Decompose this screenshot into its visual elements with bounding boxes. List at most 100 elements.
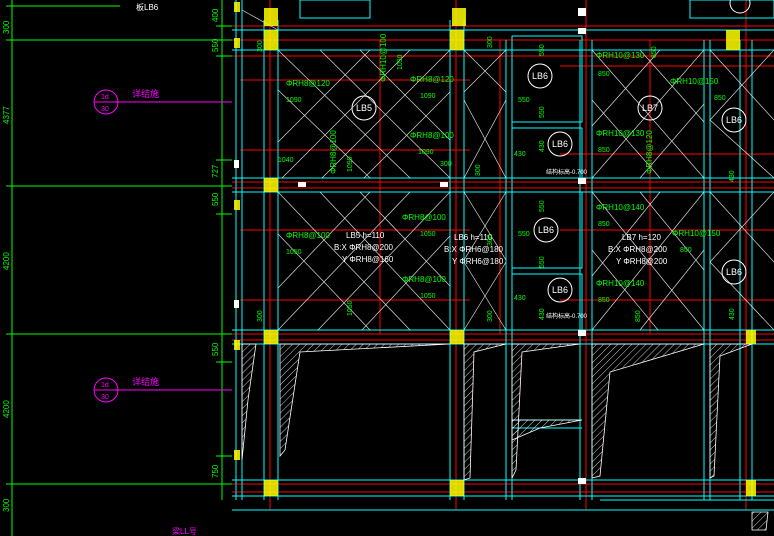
len-e6: 300 [475, 164, 482, 176]
detail-callout-1[interactable]: 1d 30 详结施 [93, 88, 232, 115]
dim-mid-3: 727 [211, 164, 220, 178]
rebar-r3: ΦRH8@120 [410, 75, 454, 84]
callout-2-text: 详结施 [132, 376, 159, 387]
callout-1-top: 1d [101, 94, 109, 101]
elevation-2: 结构标高-0.700 [546, 312, 588, 320]
slab-label-lb6-e: LB6 [552, 285, 568, 295]
rebar-r13: ΦRH10@140 [596, 279, 645, 288]
rebar-r4: ΦRH8@100 [410, 131, 454, 140]
len-b3: 850 [714, 95, 726, 102]
len-c2: 550 [518, 97, 530, 104]
len-a8: 1040 [278, 157, 294, 164]
len-b2: 850 [598, 147, 610, 154]
elevation-notes: 结构标高-0.700 结构标高-0.700 [546, 168, 588, 320]
callout-2-bottom: 30 [101, 394, 109, 401]
structural-plan: 300 4377 4200 4200 300 400 550 727 550 5… [2, 0, 774, 536]
len-c4: 550 [518, 231, 530, 238]
len-e7: 300 [487, 234, 494, 246]
rebar-r8: ΦRH10@150 [670, 77, 719, 86]
rebar-r11: ΦRH10@140 [596, 203, 645, 212]
detail-callout-2[interactable]: 1d 30 详结施 [93, 376, 232, 403]
len-e2: 300 [487, 36, 494, 48]
rebar-r2: ΦRH8@120 [286, 79, 330, 88]
len-a4: 1090 [397, 54, 404, 70]
rebar-r9: ΦRH10@130 [596, 129, 645, 138]
slab-label-lb5: LB5 [356, 103, 372, 113]
dim-mid-4: 550 [211, 192, 220, 206]
callout-1-bottom: 30 [101, 106, 109, 113]
rebar-r1: ΦRH10@100 [379, 33, 388, 82]
slab-label-lb7: LB7 [642, 103, 658, 113]
len-d6: 430 [729, 308, 736, 320]
dim-mid-5: 550 [211, 342, 220, 356]
elevation-1: 结构标高-0.700 [546, 168, 588, 176]
slab-label-circles [351, 0, 751, 303]
len-e1: 300 [257, 40, 264, 52]
dim-left-4: 4200 [2, 400, 11, 418]
len-c5: 550 [539, 106, 546, 118]
len-a10: 1050 [347, 300, 354, 316]
len-e5: 300 [487, 310, 494, 322]
spec-lb5-1: LB5 h=110 [346, 231, 385, 240]
spec-lb7-1: LB7 h=120 [622, 233, 661, 242]
dim-mid-1: 400 [211, 8, 220, 22]
wall-hatching [241, 343, 769, 531]
spec-lb5-2: B:X ΦRH8@200 [334, 243, 394, 252]
slab-label-lb6-d: LB6 [538, 225, 554, 235]
len-c6: 550 [539, 256, 546, 268]
spec-lb7-3: Y ΦRH8@200 [616, 257, 668, 266]
len-d1: 430 [514, 151, 526, 158]
len-d2: 430 [514, 295, 526, 302]
len-b8: 850 [680, 247, 692, 254]
len-a3: 1090 [418, 149, 434, 156]
slab-label-lb6-a: LB6 [532, 71, 548, 81]
bottom-label-beam: 梁LL号 [172, 527, 197, 536]
dim-left-3: 4200 [2, 252, 11, 270]
slab-labels: LB5 LB6 LB6 LB7 LB6 LB6 LB6 LB6 [356, 71, 742, 295]
rebar-r12: ΦRH10@150 [672, 229, 721, 238]
slab-specs: LB5 h=110 B:X ΦRH8@200 Y ΦRH8@160 LB6 h=… [334, 231, 668, 266]
len-b6: 850 [651, 46, 658, 58]
left-dimension-chain [6, 0, 232, 536]
spec-lb7-2: B:X ΦRH8@200 [608, 245, 668, 254]
len-d4: 430 [539, 308, 546, 320]
callout-2-top: 1d [101, 382, 109, 389]
len-c1: 550 [539, 44, 546, 56]
len-e4: 300 [257, 310, 264, 322]
top-label-slab: 板LB6 [136, 2, 159, 12]
slab-label-lb6-f: LB6 [726, 267, 742, 277]
len-a2: 1090 [420, 93, 436, 100]
dim-mid-6: 750 [211, 464, 220, 478]
rebar-r6: ΦRH8@100 [402, 213, 446, 222]
spec-lb5-3: Y ΦRH8@160 [342, 255, 394, 264]
rebar-r10: ΦRH8@120 [645, 130, 654, 174]
len-d3: 430 [539, 140, 546, 152]
left-dimension-texts: 300 4377 4200 4200 300 [2, 20, 11, 512]
rebar-r14: ΦRH8@100 [402, 275, 446, 284]
rebar-r15: ΦRH8@100 [329, 130, 338, 174]
len-d5: 430 [729, 170, 736, 182]
len-a7: 1050 [420, 293, 436, 300]
misc-labels: 板LB6 梁LL号 [136, 2, 197, 536]
spec-lb6-3: Y ΦRH6@180 [452, 257, 504, 266]
callout-1-text: 详结施 [132, 88, 159, 99]
spec-lb6-2: B:X ΦRH6@180 [444, 245, 504, 254]
len-b4: 850 [598, 221, 610, 228]
slab-label-lb6-b: LB6 [552, 139, 568, 149]
rebar-r5: ΦRH8@100 [286, 231, 330, 240]
mid-dimension-texts: 400 550 727 550 550 750 [211, 8, 220, 478]
len-a1: 1090 [286, 97, 302, 104]
dim-left-5: 300 [2, 498, 11, 512]
dim-left-2: 4377 [2, 106, 11, 124]
len-b1: 850 [598, 71, 610, 78]
rebar-r7: ΦRH10@130 [596, 51, 645, 60]
len-e3: 300 [440, 161, 452, 168]
dim-left-1: 300 [2, 20, 11, 34]
len-a5: 1050 [286, 249, 302, 256]
len-a9: 1090 [347, 156, 354, 172]
mid-dimension-chain [216, 0, 232, 500]
len-b5: 850 [598, 297, 610, 304]
slab-label-lb6-c: LB6 [726, 115, 742, 125]
cad-drawing[interactable]: 300 4377 4200 4200 300 400 550 727 550 5… [0, 0, 774, 536]
len-c3: 550 [539, 200, 546, 212]
